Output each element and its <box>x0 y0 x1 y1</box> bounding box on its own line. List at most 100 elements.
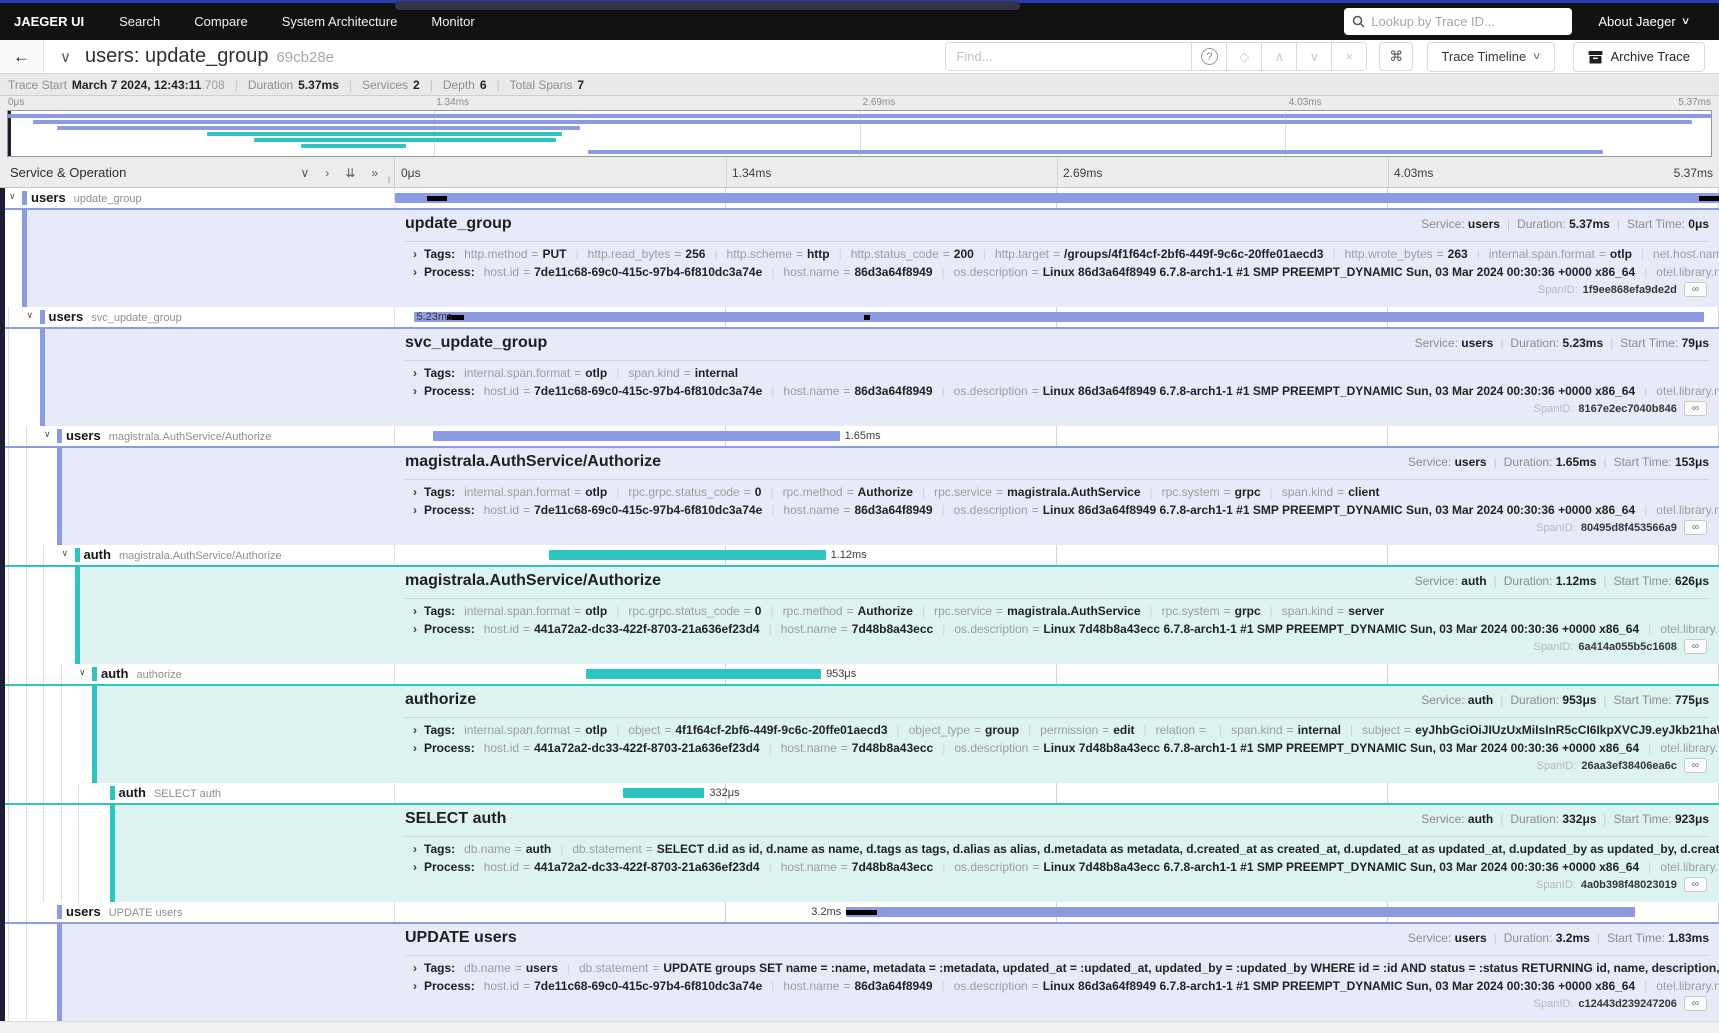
span-duration-bar[interactable] <box>414 312 1704 322</box>
span-row[interactable]: ∨authauthorize953μs <box>0 664 1719 684</box>
about-jaeger-menu[interactable]: About Jaeger ∨ <box>1598 14 1689 29</box>
chevron-right-icon[interactable]: › <box>413 366 417 380</box>
span-detail-card[interactable]: magistrala.AuthService/AuthorizeService:… <box>0 446 1719 545</box>
column-resizer[interactable]: ‖ <box>387 175 392 185</box>
tags-row[interactable]: ›Tags:http.method=PUT|http.read_bytes=25… <box>413 245 1719 263</box>
span-duration-bar[interactable] <box>846 907 1635 917</box>
span-bar-cell[interactable]: 1.65ms <box>395 426 1719 446</box>
horizontal-scrollbar-thumb[interactable] <box>395 1 1020 10</box>
deep-link-button[interactable]: ∞ <box>1684 996 1707 1011</box>
span-bar-cell[interactable] <box>395 188 1719 208</box>
process-row[interactable]: ›Process:host.id=441a72a2-dc33-422f-8703… <box>413 620 1719 638</box>
chevron-right-icon[interactable]: › <box>413 979 417 993</box>
process-row[interactable]: ›Process:host.id=7de11c68-69c0-415c-97b4… <box>413 501 1719 519</box>
span-name-cell[interactable]: usersUPDATE users <box>0 902 395 922</box>
chevron-right-icon[interactable]: › <box>413 741 417 755</box>
span-row[interactable]: ∨usersmagistrala.AuthService/Authorize1.… <box>0 426 1719 446</box>
tags-row[interactable]: ›Tags:internal.span.format=otlp|object=4… <box>413 721 1719 739</box>
span-detail-card[interactable]: UPDATE usersService: users|Duration: 3.2… <box>0 922 1719 1021</box>
chevron-right-icon[interactable]: › <box>413 265 417 279</box>
chevron-right-icon[interactable]: › <box>413 247 417 261</box>
span-detail-card[interactable]: svc_update_groupService: users|Duration:… <box>0 327 1719 426</box>
span-row[interactable]: authSELECT auth332μs <box>0 783 1719 803</box>
span-bar-cell[interactable]: 332μs <box>395 783 1719 803</box>
chevron-right-icon[interactable]: › <box>413 485 417 499</box>
span-collapse-chevron[interactable]: ∨ <box>27 310 34 321</box>
span-bar-cell[interactable]: 5.23ms <box>395 307 1719 327</box>
chevron-right-icon[interactable]: › <box>413 723 417 737</box>
deep-link-button[interactable]: ∞ <box>1684 639 1707 654</box>
deep-link-button[interactable]: ∞ <box>1684 758 1707 773</box>
span-bar-cell[interactable]: 1.12ms <box>395 545 1719 565</box>
span-name-cell[interactable]: authSELECT auth <box>0 783 395 803</box>
horizontal-scrollbar-track[interactable] <box>0 1021 1719 1033</box>
deep-link-button[interactable]: ∞ <box>1684 282 1707 297</box>
clear-search-button[interactable]: × <box>1332 42 1367 71</box>
brand-jaeger-ui[interactable]: JAEGER UI <box>0 14 102 29</box>
expand-all-icon[interactable]: » <box>371 166 378 180</box>
tags-row[interactable]: ›Tags:internal.span.format=otlp|rpc.grpc… <box>413 602 1719 620</box>
span-bar-cell[interactable]: 3.2ms <box>395 902 1719 922</box>
span-duration-bar[interactable] <box>586 669 821 679</box>
span-name-cell[interactable]: ∨usersupdate_group <box>0 188 395 208</box>
span-row[interactable]: ∨authmagistrala.AuthService/Authorize1.1… <box>0 545 1719 565</box>
chevron-right-icon[interactable]: › <box>413 860 417 874</box>
tags-row[interactable]: ›Tags:internal.span.format=otlp|span.kin… <box>413 364 1719 382</box>
trace-id-search-input[interactable] <box>1371 14 1564 29</box>
nav-item-system-architecture[interactable]: System Architecture <box>265 14 415 29</box>
process-row[interactable]: ›Process:host.id=441a72a2-dc33-422f-8703… <box>413 739 1719 757</box>
span-detail-card[interactable]: update_groupService: users|Duration: 5.3… <box>0 208 1719 307</box>
prev-result-button[interactable]: ∧ <box>1262 42 1297 71</box>
collapse-one-icon[interactable]: ∨ <box>300 166 309 180</box>
collapse-all-icon[interactable]: ⇊ <box>345 166 355 180</box>
span-detail-card[interactable]: magistrala.AuthService/AuthorizeService:… <box>0 565 1719 664</box>
process-row[interactable]: ›Process:host.id=441a72a2-dc33-422f-8703… <box>413 858 1719 876</box>
tags-row[interactable]: ›Tags:db.name=users|db.statement=UPDATE … <box>413 959 1719 977</box>
span-collapse-chevron[interactable]: ∨ <box>79 667 86 678</box>
span-collapse-chevron[interactable]: ∨ <box>44 429 51 440</box>
chevron-right-icon[interactable]: › <box>413 961 417 975</box>
expand-one-icon[interactable]: › <box>325 166 329 180</box>
deep-link-button[interactable]: ∞ <box>1684 520 1707 535</box>
span-duration-bar[interactable] <box>395 193 1719 203</box>
diamond-button[interactable]: ◇ <box>1227 42 1262 71</box>
span-duration-bar[interactable] <box>549 550 825 560</box>
span-collapse-chevron[interactable]: ∨ <box>62 548 69 559</box>
tags-row[interactable]: ›Tags:db.name=auth|db.statement=SELECT d… <box>413 840 1719 858</box>
span-row[interactable]: ∨userssvc_update_group5.23ms <box>0 307 1719 327</box>
span-duration-bar[interactable] <box>433 431 840 441</box>
chevron-right-icon[interactable]: › <box>413 842 417 856</box>
archive-trace-button[interactable]: Archive Trace <box>1573 42 1705 72</box>
trace-id-search[interactable] <box>1344 8 1572 35</box>
span-name-cell[interactable]: ∨userssvc_update_group <box>0 307 395 327</box>
process-row[interactable]: ›Process:host.id=7de11c68-69c0-415c-97b4… <box>413 977 1719 995</box>
chevron-right-icon[interactable]: › <box>413 384 417 398</box>
find-input[interactable] <box>945 42 1192 71</box>
chevron-right-icon[interactable]: › <box>413 622 417 636</box>
trace-view-select[interactable]: Trace Timeline ∨ <box>1427 42 1554 72</box>
span-row[interactable]: usersUPDATE users3.2ms <box>0 902 1719 922</box>
span-name-cell[interactable]: ∨usersmagistrala.AuthService/Authorize <box>0 426 395 446</box>
collapse-trace-chevron[interactable]: ∨ <box>60 48 71 66</box>
keyboard-shortcuts-button[interactable]: ⌘ <box>1379 42 1413 71</box>
span-name-cell[interactable]: ∨authmagistrala.AuthService/Authorize <box>0 545 395 565</box>
process-row[interactable]: ›Process:host.id=7de11c68-69c0-415c-97b4… <box>413 263 1719 281</box>
process-row[interactable]: ›Process:host.id=7de11c68-69c0-415c-97b4… <box>413 382 1719 400</box>
help-button[interactable]: ? <box>1192 42 1227 71</box>
nav-item-compare[interactable]: Compare <box>177 14 264 29</box>
chevron-right-icon[interactable]: › <box>413 503 417 517</box>
minimap-canvas[interactable] <box>7 110 1712 157</box>
nav-item-monitor[interactable]: Monitor <box>414 14 491 29</box>
span-detail-card[interactable]: SELECT authService: auth|Duration: 332μs… <box>0 803 1719 902</box>
tags-row[interactable]: ›Tags:internal.span.format=otlp|rpc.grpc… <box>413 483 1719 501</box>
span-bar-cell[interactable]: 953μs <box>395 664 1719 684</box>
next-result-button[interactable]: ∨ <box>1297 42 1332 71</box>
back-button[interactable]: ← <box>0 40 44 73</box>
span-collapse-chevron[interactable]: ∨ <box>9 191 16 202</box>
deep-link-button[interactable]: ∞ <box>1684 877 1707 892</box>
chevron-right-icon[interactable]: › <box>413 604 417 618</box>
span-name-cell[interactable]: ∨authauthorize <box>0 664 395 684</box>
span-row[interactable]: ∨usersupdate_group <box>0 188 1719 208</box>
span-duration-bar[interactable] <box>623 788 705 798</box>
span-detail-card[interactable]: authorizeService: auth|Duration: 953μs|S… <box>0 684 1719 783</box>
